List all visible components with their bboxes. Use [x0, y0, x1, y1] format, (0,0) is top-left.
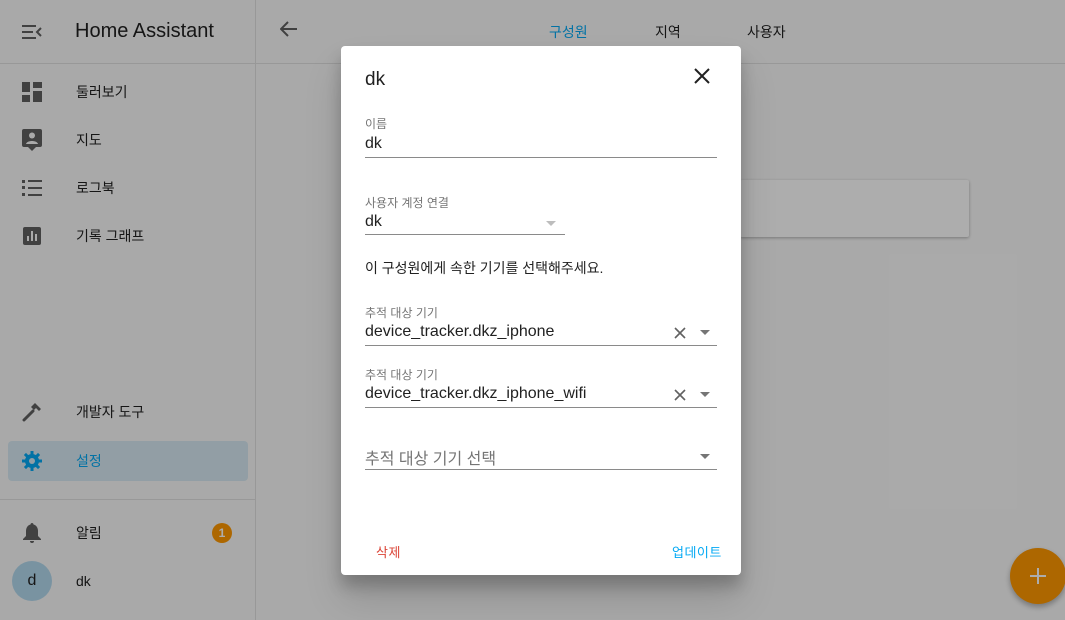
- name-field-label: 이름: [365, 117, 388, 131]
- chevron-down-icon: [546, 221, 556, 226]
- user-account-select-label: 사용자 계정 연결: [365, 196, 449, 210]
- chevron-down-icon[interactable]: [700, 454, 710, 459]
- device-tracker-picker-1[interactable]: 추적 대상 기기 device_tracker.dkz_iphone: [365, 301, 717, 346]
- person-detail-dialog: dk 이름 dk 사용자 계정 연결 dk 이 구성원에게 속한 기기를 선택해…: [341, 46, 741, 575]
- close-button[interactable]: [694, 68, 710, 89]
- device-tracker-label: 추적 대상 기기: [365, 306, 438, 320]
- dialog-title: dk: [365, 69, 386, 90]
- user-account-select-value: dk: [365, 213, 382, 230]
- name-field[interactable]: 이름 dk: [365, 112, 717, 158]
- device-hint-text: 이 구성원에게 속한 기기를 선택해주세요.: [365, 260, 604, 276]
- device-tracker-value: device_tracker.dkz_iphone_wifi: [365, 385, 587, 402]
- device-tracker-value: device_tracker.dkz_iphone: [365, 323, 555, 340]
- update-button[interactable]: 업데이트: [672, 542, 722, 561]
- close-icon: [674, 389, 686, 401]
- device-tracker-label: 추적 대상 기기: [365, 368, 438, 382]
- chevron-down-icon[interactable]: [700, 392, 710, 397]
- clear-button[interactable]: [674, 326, 686, 344]
- close-icon: [674, 327, 686, 339]
- add-device-tracker-picker[interactable]: 추적 대상 기기 선택: [365, 436, 717, 470]
- device-tracker-placeholder: 추적 대상 기기 선택: [365, 451, 497, 468]
- clear-button[interactable]: [674, 388, 686, 406]
- user-account-select[interactable]: 사용자 계정 연결 dk: [365, 191, 565, 235]
- chevron-down-icon[interactable]: [700, 330, 710, 335]
- delete-button[interactable]: 삭제: [376, 542, 401, 561]
- device-tracker-picker-2[interactable]: 추적 대상 기기 device_tracker.dkz_iphone_wifi: [365, 363, 717, 408]
- close-icon: [694, 68, 710, 84]
- name-field-value: dk: [365, 135, 382, 152]
